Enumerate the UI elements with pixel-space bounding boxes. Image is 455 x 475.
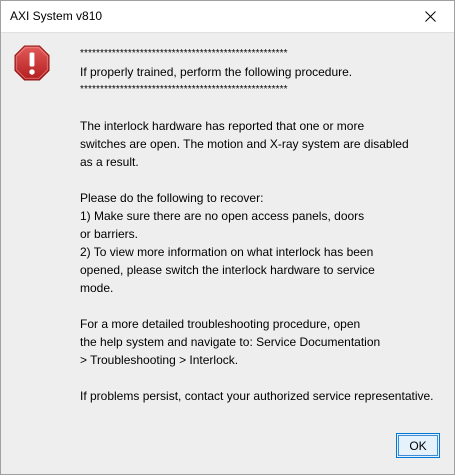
dialog-window: AXI System v810 ************************… — [0, 0, 455, 475]
message-line — [80, 369, 450, 387]
message-line: or barriers. — [80, 227, 139, 241]
message-line: > Troubleshooting > Interlock. — [80, 353, 239, 367]
message-line: switches are open. The motion and X-ray … — [80, 137, 409, 151]
message-line: 2) To view more information on what inte… — [80, 245, 374, 259]
message-line: If properly trained, perform the followi… — [80, 65, 353, 79]
message-line: as a result. — [80, 155, 139, 169]
message-line: If problems persist, contact your author… — [80, 389, 434, 403]
close-button[interactable] — [408, 1, 453, 32]
message-line: The interlock hardware has reported that… — [80, 119, 365, 133]
close-icon — [425, 11, 436, 22]
message-line — [80, 171, 450, 189]
message-line: 1) Make sure there are no open access pa… — [80, 209, 365, 223]
message-line: Please do the following to recover: — [80, 191, 264, 205]
dialog-content: ****************************************… — [1, 33, 454, 474]
message-line: mode. — [80, 281, 114, 295]
window-title: AXI System v810 — [10, 9, 103, 23]
message-line — [80, 99, 450, 117]
ok-button[interactable]: OK — [396, 433, 440, 458]
title-bar[interactable]: AXI System v810 — [1, 1, 454, 33]
message-line: the help system and navigate to: Service… — [80, 335, 381, 349]
message-line — [80, 297, 450, 315]
message-line: ****************************************… — [80, 48, 288, 59]
message-line: For a more detailed troubleshooting proc… — [80, 317, 361, 331]
message-line: opened, please switch the interlock hard… — [80, 263, 375, 277]
error-icon — [14, 45, 50, 81]
message-line: ****************************************… — [80, 84, 288, 95]
dialog-message: ****************************************… — [80, 45, 450, 405]
